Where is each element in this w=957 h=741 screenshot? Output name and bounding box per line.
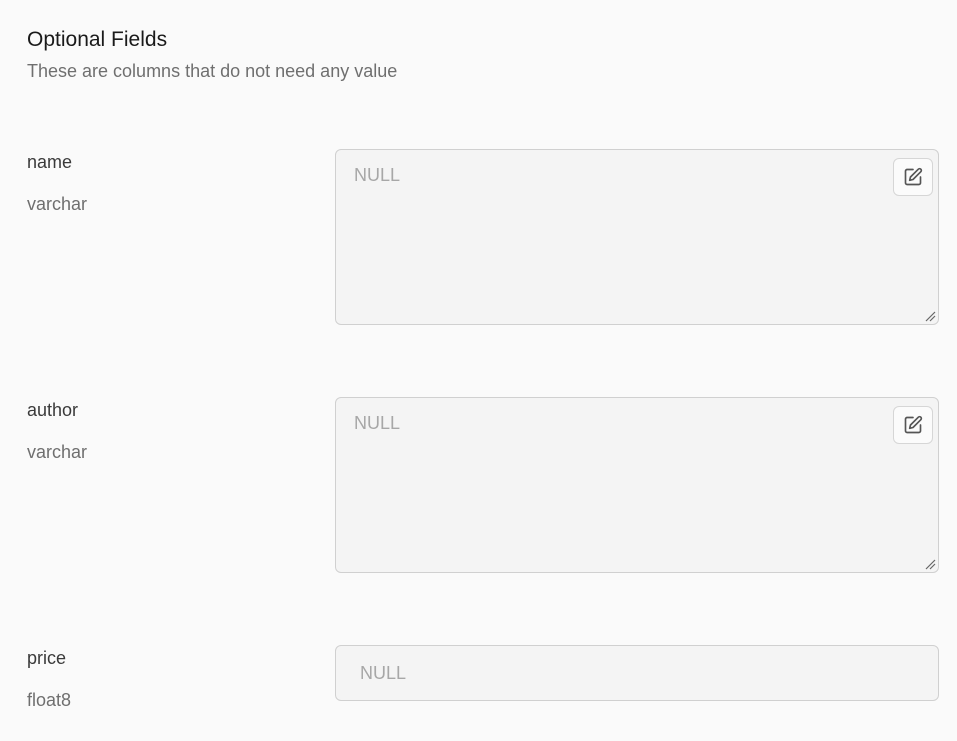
author-textarea[interactable]: NULL	[335, 397, 939, 573]
field-name: name	[27, 152, 73, 172]
resize-handle-icon[interactable]	[924, 558, 936, 570]
field-name: author	[27, 400, 79, 420]
section-title: Optional Fields	[27, 28, 168, 51]
price-input[interactable]: NULL	[335, 645, 939, 701]
field-label: price float8	[27, 647, 71, 711]
name-placeholder: NULL	[354, 165, 401, 185]
section-subtitle: These are columns that do not need any v…	[27, 61, 398, 81]
field-label: name varchar	[27, 151, 87, 215]
field-type: varchar	[27, 194, 88, 214]
author-placeholder: NULL	[354, 413, 401, 433]
field-label: author varchar	[27, 399, 87, 463]
field-name: price	[27, 648, 67, 668]
expand-editor-button[interactable]	[893, 406, 933, 444]
edit-icon	[904, 415, 923, 434]
edit-icon	[904, 167, 923, 186]
field-type: varchar	[27, 442, 88, 462]
name-textarea[interactable]: NULL	[335, 149, 939, 325]
field-type: float8	[27, 690, 72, 710]
price-placeholder: NULL	[360, 663, 407, 683]
section-header: Optional Fields These are columns that d…	[27, 26, 397, 82]
resize-handle-icon[interactable]	[924, 310, 936, 322]
expand-editor-button[interactable]	[893, 158, 933, 196]
